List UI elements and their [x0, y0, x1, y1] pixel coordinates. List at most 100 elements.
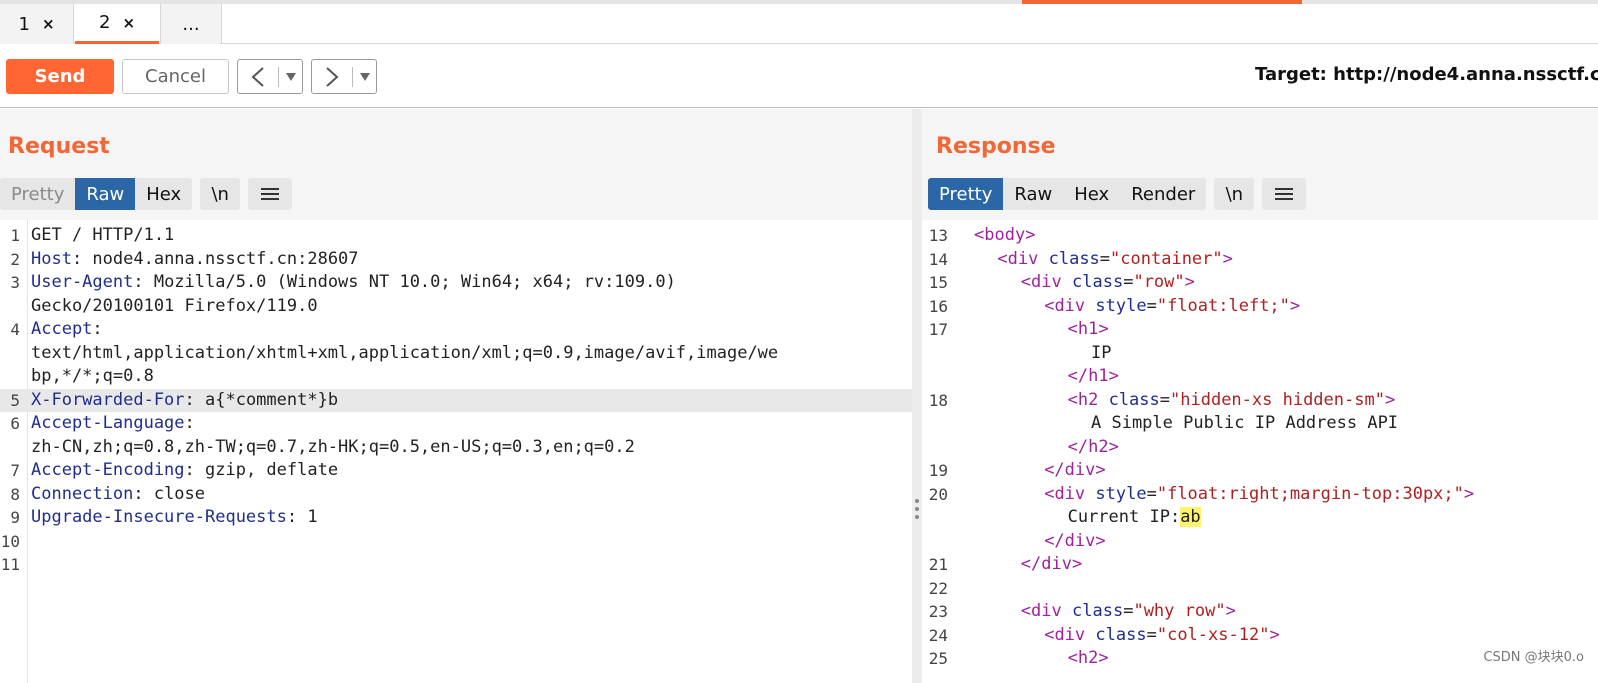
tab-close-icon[interactable]: ×: [122, 14, 135, 32]
tag-bracket: >: [1184, 272, 1195, 292]
send-button[interactable]: Send: [6, 59, 114, 94]
response-editor[interactable]: 13 <body> 14 <div class="container"> 15 <div …: [922, 220, 1598, 683]
code-text: <div class="container">: [997, 248, 1233, 272]
code-text: Connection: close: [31, 483, 205, 507]
response-menu-button[interactable]: [1262, 178, 1307, 210]
code-text: Host: node4.anna.nssctf.cn:28607: [31, 248, 359, 272]
response-newline-toggle[interactable]: \n: [1214, 178, 1255, 210]
tab-close-icon[interactable]: ×: [42, 15, 55, 33]
request-menu-button[interactable]: [248, 178, 293, 210]
caret-down-icon[interactable]: [353, 72, 376, 81]
response-view-raw[interactable]: Raw: [1003, 178, 1063, 210]
target-url[interactable]: Target: http://node4.anna.nssctf.c: [1255, 64, 1598, 85]
tag-bracket: >: [1108, 366, 1119, 386]
header-value: :: [184, 413, 195, 433]
attr-equals: =: [1159, 389, 1171, 410]
tag-name: div: [1054, 295, 1086, 316]
tag-bracket: >: [1108, 436, 1119, 457]
chevron-left-icon[interactable]: [238, 60, 278, 93]
request-panel: Request Pretty Raw Hex \n 1 GET / HTTP/1.…: [0, 109, 912, 683]
code-line: 23 <div class="why row">: [922, 600, 1598, 624]
response-view-render[interactable]: Render: [1120, 178, 1206, 210]
request-view-hex[interactable]: Hex: [135, 178, 192, 210]
code-text: Upgrade-Insecure-Requests: 1: [31, 506, 318, 530]
caret-down-icon[interactable]: [279, 72, 302, 81]
tag-bracket: </: [1044, 530, 1065, 551]
line-number: 25: [928, 649, 948, 668]
line-number: 1: [10, 226, 20, 245]
code-text: A Simple Public IP Address API: [1091, 412, 1398, 436]
header-name: Host: [31, 248, 72, 269]
line-number: 3: [10, 273, 20, 292]
code-text: <div style="float:left;">: [1044, 295, 1300, 319]
tag-bracket: >: [1463, 483, 1475, 504]
line-number: 11: [0, 555, 20, 574]
tab-new-label: ...: [182, 13, 200, 35]
attr-equals: =: [1146, 624, 1157, 645]
code-line: IP: [922, 342, 1598, 366]
line-number: 7: [10, 461, 20, 480]
code-text: Current IP:ab: [1068, 506, 1201, 530]
tab-1[interactable]: 1 ×: [0, 4, 74, 44]
tag-bracket: >: [1098, 319, 1109, 339]
code-line: bp,*/*;q=0.8: [0, 365, 912, 389]
tab-new[interactable]: ...: [160, 4, 222, 44]
attr-equals: =: [1123, 601, 1134, 621]
code-text: <div class="col-xs-12">: [1044, 624, 1280, 648]
header-value: : node4.anna.nssctf.cn:28607: [71, 248, 359, 269]
code-line: 24 <div class="col-xs-12">: [922, 624, 1598, 648]
header-name: User-Agent: [31, 272, 134, 292]
panel-splitter[interactable]: [912, 109, 922, 683]
request-view-pretty[interactable]: Pretty: [0, 178, 75, 210]
line-number: 20: [928, 484, 948, 504]
tag-bracket: >: [1072, 554, 1083, 574]
line-number: 21: [928, 555, 948, 574]
tag-name: h2: [1088, 436, 1109, 457]
attr-equals: =: [1146, 483, 1157, 504]
history-back-button[interactable]: [237, 59, 303, 94]
line-number: 2: [10, 249, 20, 269]
tag-name: div: [1031, 272, 1062, 292]
tag-name: div: [1064, 530, 1096, 551]
attr-value: "row": [1133, 272, 1185, 292]
header-name: Accept: [31, 319, 93, 339]
tag-bracket: >: [1025, 225, 1036, 245]
chevron-right-icon[interactable]: [312, 60, 352, 93]
attr-value: "float:left;": [1156, 295, 1290, 316]
top-border-accent: [1022, 0, 1302, 4]
tag-bracket: >: [1222, 248, 1233, 269]
line-number: 22: [928, 578, 948, 598]
code-line: </div>: [922, 530, 1598, 554]
code-line: 18 <h2 class="hidden-xs hidden-sm">: [922, 389, 1598, 413]
code-line: A Simple Public IP Address API: [922, 412, 1598, 436]
tag-bracket: </: [1067, 436, 1089, 457]
code-text: <h1>: [1068, 318, 1109, 342]
history-forward-button[interactable]: [311, 59, 377, 94]
code-line: Current IP:ab: [922, 506, 1598, 530]
response-view-pretty[interactable]: Pretty: [928, 178, 1004, 210]
code-text: <div class="why row">: [1021, 600, 1236, 624]
code-plain: zh-CN,zh;q=0.8,zh-TW;q=0.7,zh-HK;q=0.5,e…: [31, 436, 635, 457]
cancel-button[interactable]: Cancel: [122, 59, 229, 94]
request-view-raw[interactable]: Raw: [75, 178, 136, 210]
code-line: 17 <h1>: [922, 318, 1598, 342]
drag-handle-icon[interactable]: [915, 499, 919, 523]
watermark: CSDN @块块0.o: [1483, 650, 1584, 665]
attr-equals: =: [1146, 295, 1157, 316]
request-newline-toggle[interactable]: \n: [200, 178, 241, 210]
line-number: 13: [928, 226, 948, 245]
tab-2[interactable]: 2 ×: [75, 4, 159, 44]
response-view-hex[interactable]: Hex: [1063, 178, 1120, 210]
header-value: :: [92, 319, 103, 339]
code-text: X-Forwarded-For: a{*comment*}b: [31, 389, 338, 413]
code-line: 1 GET / HTTP/1.1: [0, 224, 912, 248]
line-number: 9: [10, 508, 20, 527]
code-line: 2 Host: node4.anna.nssctf.cn:28607: [0, 248, 912, 272]
request-editor[interactable]: 1 GET / HTTP/1.1 2 Host: node4.anna.nssctf.…: [0, 220, 912, 683]
response-title: Response: [936, 134, 1056, 159]
code-plain: Gecko/20100101 Firefox/119.0: [31, 295, 318, 316]
line-number: 16: [928, 296, 948, 316]
hamburger-icon: [1275, 185, 1294, 203]
tag-name: h1: [1088, 366, 1109, 386]
hamburger-icon: [261, 185, 280, 203]
